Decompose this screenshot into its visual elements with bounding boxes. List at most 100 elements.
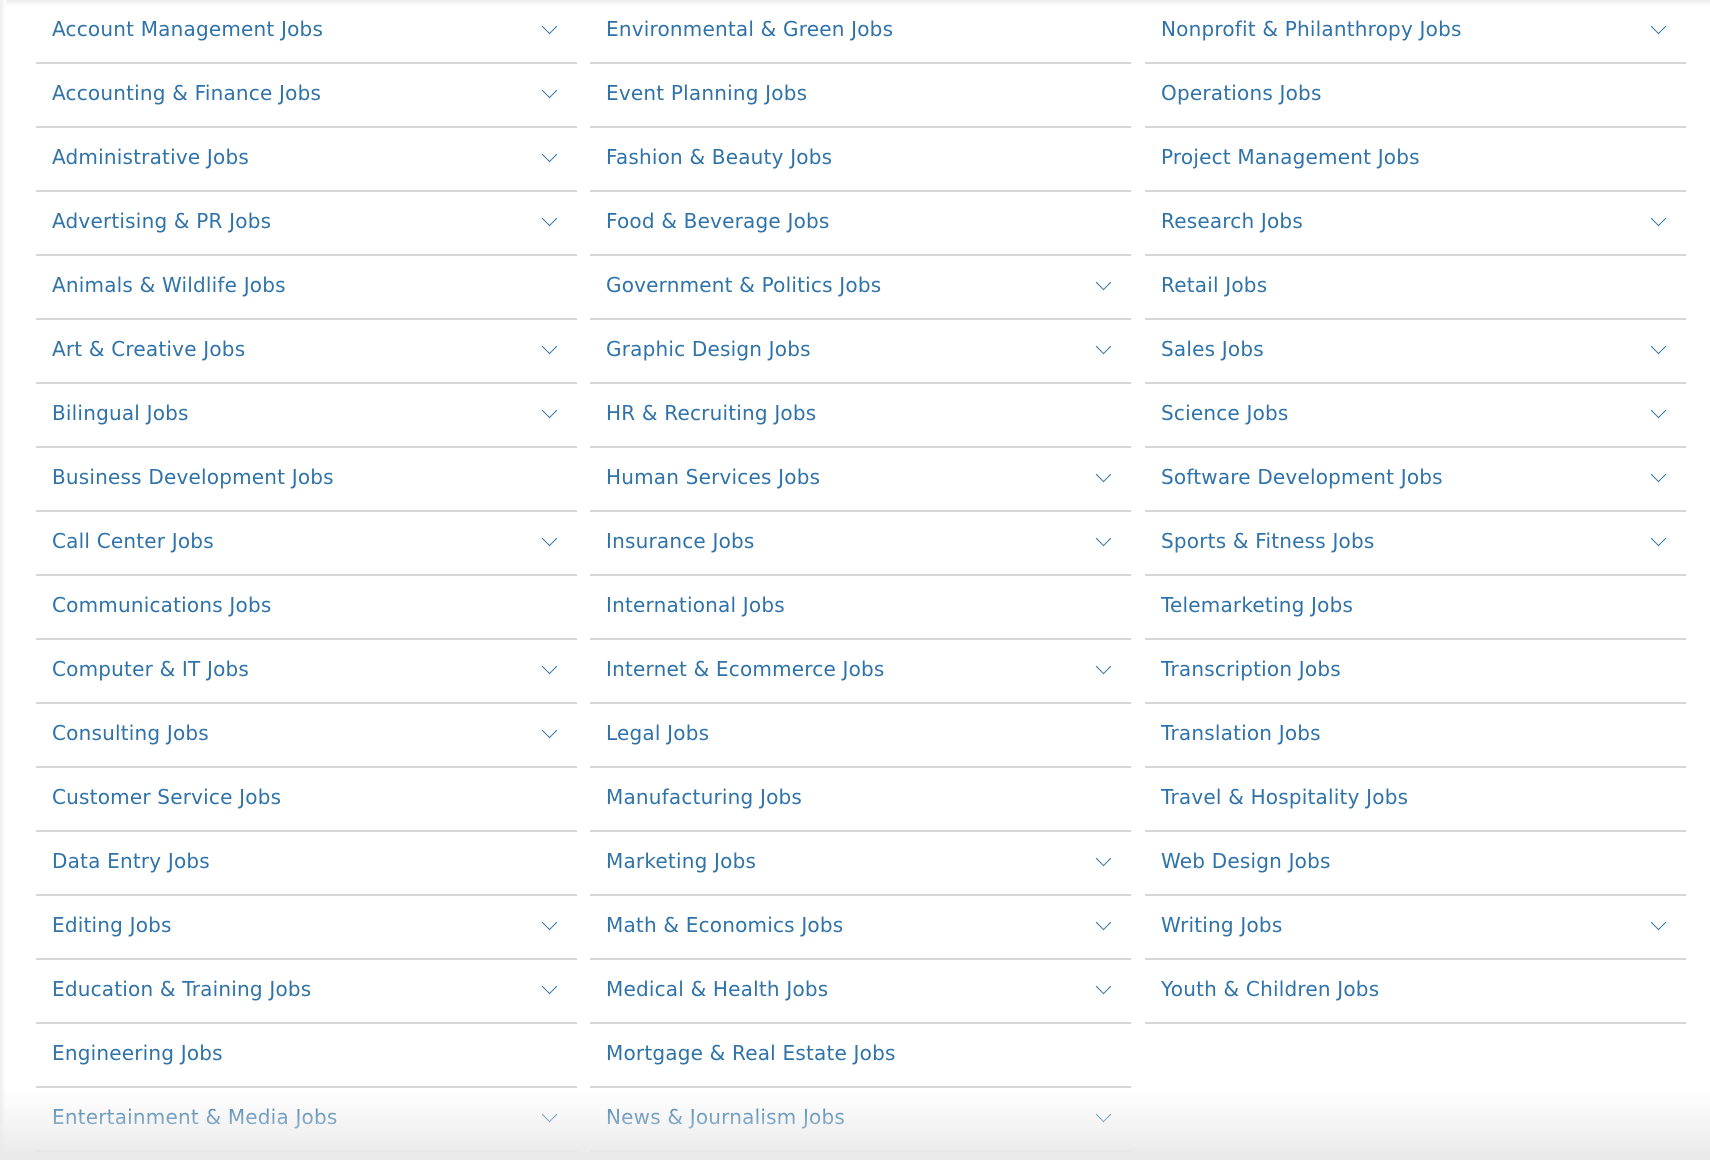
job-category-item[interactable]: Business Development Jobs [36, 448, 577, 512]
chevron-down-icon[interactable] [541, 18, 558, 34]
chevron-down-icon[interactable] [541, 1106, 558, 1122]
job-category-item[interactable]: Translation Jobs [1145, 704, 1686, 768]
chevron-down-icon[interactable] [1095, 914, 1112, 930]
job-category-item[interactable]: Graphic Design Jobs [590, 320, 1131, 384]
job-category-item[interactable]: Animals & Wildlife Jobs [36, 256, 577, 320]
job-category-item[interactable]: News & Journalism Jobs [590, 1088, 1131, 1152]
job-category-item[interactable]: Fashion & Beauty Jobs [590, 128, 1131, 192]
job-category-link[interactable]: Call Center Jobs [52, 529, 214, 557]
job-category-link[interactable]: Animals & Wildlife Jobs [52, 273, 286, 301]
job-category-link[interactable]: Communications Jobs [52, 593, 271, 621]
job-category-link[interactable]: Event Planning Jobs [606, 81, 807, 109]
job-category-link[interactable]: Transcription Jobs [1161, 657, 1341, 685]
job-category-item[interactable]: Human Services Jobs [590, 448, 1131, 512]
job-category-link[interactable]: Legal Jobs [606, 721, 709, 749]
chevron-down-icon[interactable] [1650, 466, 1667, 482]
chevron-down-icon[interactable] [1095, 466, 1112, 482]
job-category-item[interactable]: Retail Jobs [1145, 256, 1686, 320]
job-category-item[interactable]: Software Development Jobs [1145, 448, 1686, 512]
job-category-item[interactable]: Manufacturing Jobs [590, 768, 1131, 832]
job-category-item[interactable]: Account Management Jobs [36, 0, 577, 64]
job-category-item[interactable]: Writing Jobs [1145, 896, 1686, 960]
job-category-link[interactable]: Advertising & PR Jobs [52, 209, 271, 237]
job-category-link[interactable]: Writing Jobs [1161, 913, 1282, 941]
job-category-link[interactable]: Translation Jobs [1161, 721, 1321, 749]
job-category-link[interactable]: Nonprofit & Philanthropy Jobs [1161, 17, 1462, 45]
job-category-link[interactable]: Sales Jobs [1161, 337, 1264, 365]
job-category-item[interactable]: Sales Jobs [1145, 320, 1686, 384]
job-category-link[interactable]: Computer & IT Jobs [52, 657, 249, 685]
chevron-down-icon[interactable] [1095, 274, 1112, 290]
job-category-link[interactable]: Science Jobs [1161, 401, 1289, 429]
chevron-down-icon[interactable] [1095, 1106, 1112, 1122]
job-category-link[interactable]: Sports & Fitness Jobs [1161, 529, 1375, 557]
job-category-item[interactable]: Travel & Hospitality Jobs [1145, 768, 1686, 832]
job-category-item[interactable]: Event Planning Jobs [590, 64, 1131, 128]
job-category-item[interactable]: Legal Jobs [590, 704, 1131, 768]
job-category-link[interactable]: Marketing Jobs [606, 849, 756, 877]
job-category-item[interactable]: Web Design Jobs [1145, 832, 1686, 896]
job-category-item[interactable]: Communications Jobs [36, 576, 577, 640]
job-category-link[interactable]: Entertainment & Media Jobs [52, 1105, 338, 1133]
chevron-down-icon[interactable] [541, 978, 558, 994]
chevron-down-icon[interactable] [541, 530, 558, 546]
job-category-item[interactable]: Youth & Children Jobs [1145, 960, 1686, 1024]
chevron-down-icon[interactable] [1650, 338, 1667, 354]
job-category-item[interactable]: Research Jobs [1145, 192, 1686, 256]
job-category-item[interactable]: Marketing Jobs [590, 832, 1131, 896]
chevron-down-icon[interactable] [1650, 914, 1667, 930]
chevron-down-icon[interactable] [1095, 850, 1112, 866]
chevron-down-icon[interactable] [541, 402, 558, 418]
chevron-down-icon[interactable] [541, 658, 558, 674]
job-category-link[interactable]: Editing Jobs [52, 913, 172, 941]
job-category-link[interactable]: News & Journalism Jobs [606, 1105, 845, 1133]
job-category-link[interactable]: Art & Creative Jobs [52, 337, 245, 365]
job-category-link[interactable]: Data Entry Jobs [52, 849, 210, 877]
job-category-link[interactable]: Youth & Children Jobs [1161, 977, 1379, 1005]
job-category-item[interactable]: Education & Training Jobs [36, 960, 577, 1024]
job-category-link[interactable]: Mortgage & Real Estate Jobs [606, 1041, 896, 1069]
job-category-item[interactable]: Transcription Jobs [1145, 640, 1686, 704]
chevron-down-icon[interactable] [1095, 978, 1112, 994]
job-category-item[interactable]: Entertainment & Media Jobs [36, 1088, 577, 1152]
job-category-item[interactable]: Science Jobs [1145, 384, 1686, 448]
job-category-item[interactable]: International Jobs [590, 576, 1131, 640]
job-category-item[interactable]: Administrative Jobs [36, 128, 577, 192]
job-category-item[interactable]: Environmental & Green Jobs [590, 0, 1131, 64]
job-category-link[interactable]: Account Management Jobs [52, 17, 323, 45]
job-category-link[interactable]: HR & Recruiting Jobs [606, 401, 816, 429]
job-category-link[interactable]: Travel & Hospitality Jobs [1161, 785, 1408, 813]
job-category-link[interactable]: Customer Service Jobs [52, 785, 281, 813]
job-category-item[interactable]: Medical & Health Jobs [590, 960, 1131, 1024]
job-category-item[interactable]: Mortgage & Real Estate Jobs [590, 1024, 1131, 1088]
job-category-link[interactable]: Project Management Jobs [1161, 145, 1420, 173]
job-category-item[interactable]: Telemarketing Jobs [1145, 576, 1686, 640]
job-category-item[interactable]: Internet & Ecommerce Jobs [590, 640, 1131, 704]
job-category-link[interactable]: Environmental & Green Jobs [606, 17, 893, 45]
job-category-link[interactable]: Graphic Design Jobs [606, 337, 811, 365]
job-category-item[interactable]: Data Entry Jobs [36, 832, 577, 896]
chevron-down-icon[interactable] [1095, 338, 1112, 354]
chevron-down-icon[interactable] [541, 146, 558, 162]
job-category-item[interactable]: Bilingual Jobs [36, 384, 577, 448]
job-category-link[interactable]: Medical & Health Jobs [606, 977, 828, 1005]
job-category-link[interactable]: Business Development Jobs [52, 465, 334, 493]
job-category-link[interactable]: Accounting & Finance Jobs [52, 81, 321, 109]
job-category-item[interactable]: Sports & Fitness Jobs [1145, 512, 1686, 576]
job-category-item[interactable]: Project Management Jobs [1145, 128, 1686, 192]
job-category-link[interactable]: Education & Training Jobs [52, 977, 311, 1005]
chevron-down-icon[interactable] [1650, 210, 1667, 226]
job-category-item[interactable]: Customer Service Jobs [36, 768, 577, 832]
chevron-down-icon[interactable] [1095, 530, 1112, 546]
job-category-item[interactable]: Government & Politics Jobs [590, 256, 1131, 320]
job-category-link[interactable]: Telemarketing Jobs [1161, 593, 1353, 621]
job-category-link[interactable]: Government & Politics Jobs [606, 273, 881, 301]
job-category-link[interactable]: Software Development Jobs [1161, 465, 1443, 493]
chevron-down-icon[interactable] [541, 210, 558, 226]
chevron-down-icon[interactable] [541, 914, 558, 930]
job-category-item[interactable]: Consulting Jobs [36, 704, 577, 768]
job-category-item[interactable]: Operations Jobs [1145, 64, 1686, 128]
job-category-link[interactable]: Web Design Jobs [1161, 849, 1331, 877]
chevron-down-icon[interactable] [1650, 530, 1667, 546]
job-category-link[interactable]: Retail Jobs [1161, 273, 1267, 301]
